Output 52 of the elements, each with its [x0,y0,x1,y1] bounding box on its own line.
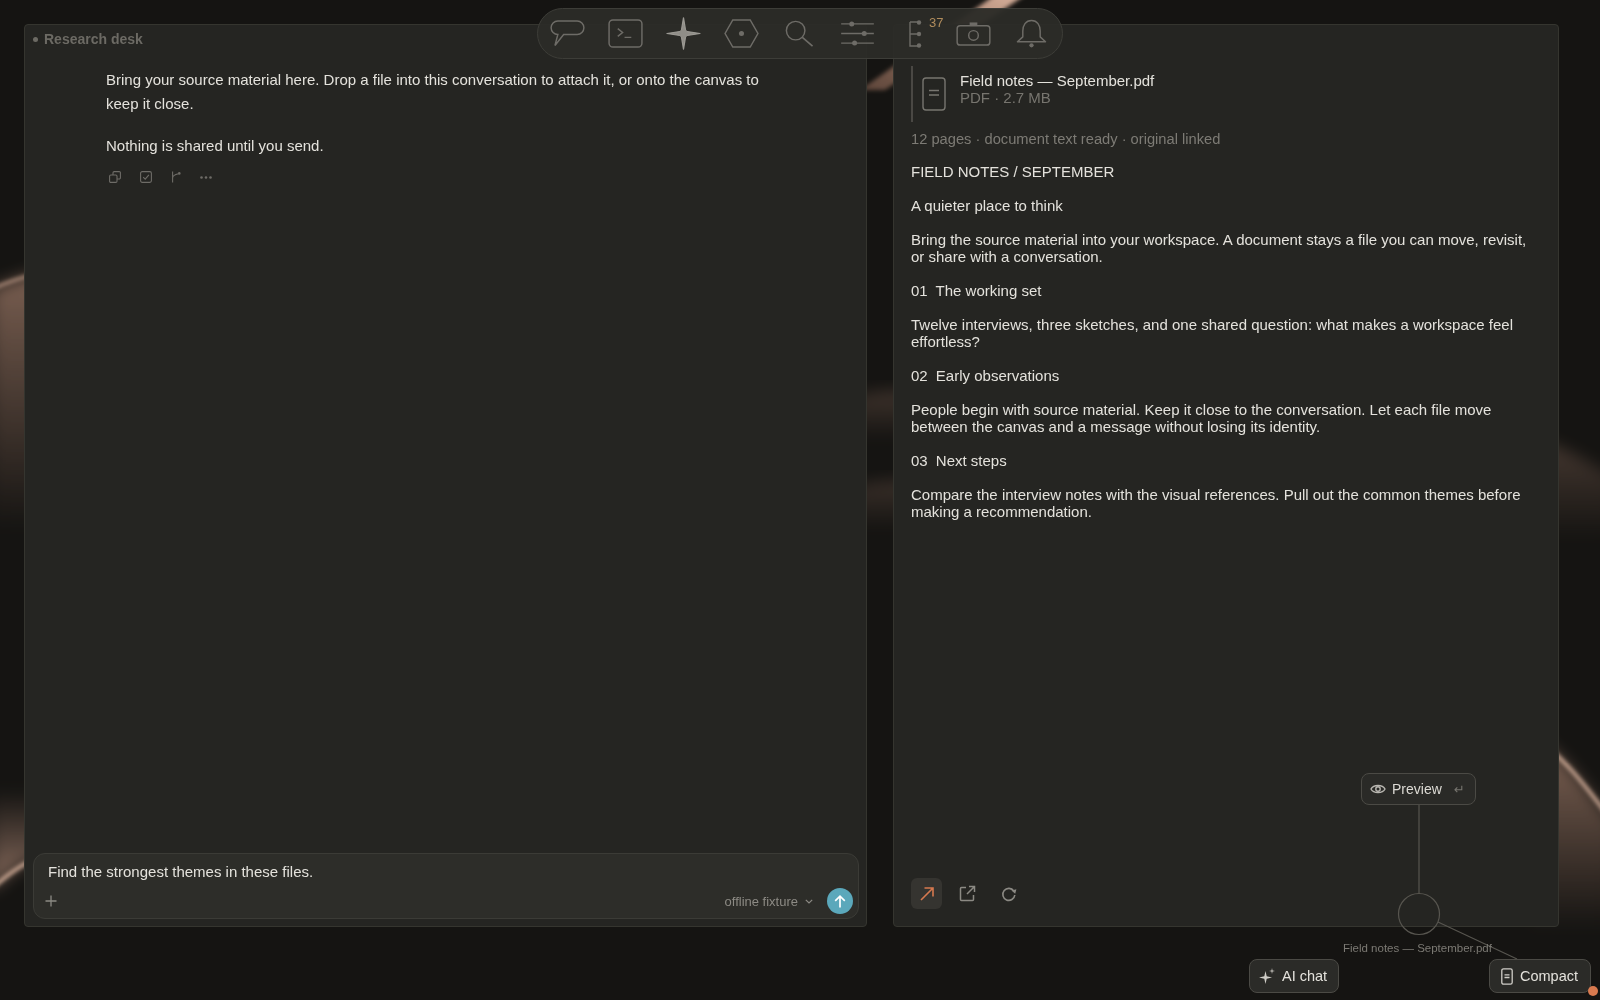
panel-title: Research desk [44,31,143,47]
search-icon[interactable] [784,20,814,47]
speech-bubble-icon[interactable] [549,20,585,47]
camera-icon[interactable] [955,21,991,46]
document-icon [922,77,946,111]
external-link-icon [959,885,976,902]
anchor-node[interactable] [1397,892,1441,936]
send-button[interactable] [827,888,853,914]
document-paragraph: Twelve interviews, three sketches, and one shared question: what makes a workspace feel effortless? [911,316,1514,350]
message-text: Nothing is shared until you send. [106,136,325,156]
sliders-icon[interactable] [839,21,875,46]
document-paragraph: A quieter place to think [911,197,1064,214]
compact-button[interactable]: Compact [1489,959,1591,993]
copy-icon[interactable] [109,171,121,183]
section-heading: 02 Early observations [911,367,1061,384]
node-caption: Field notes — September.pdf [1343,941,1492,955]
model-dropdown[interactable]: offline fixture [724,893,813,909]
message-input[interactable]: Find the strongest themes in these files. [34,863,853,880]
attachment-card[interactable]: Field notes — September.pdf PDF · 2.7 MB [911,66,1540,122]
document-paragraph: People begin with source material. Keep it close to the conversation. Let each file move between the canvas and a message without losing its identity. [911,401,1493,435]
ai-chat-button[interactable]: AI chat [1249,959,1339,993]
count-label: 37 [929,15,944,30]
section-heading: 01 The working set [911,282,1043,299]
sparkle-icon[interactable] [665,17,701,50]
status-dot-icon [1588,986,1598,996]
message-text: Bring your source material here. Drop a file into this conversation to attach it, or onto the canvas to keep it close. [106,70,760,114]
preview-button[interactable]: Preview ↵ [1361,773,1476,805]
status-dot-icon [33,36,38,42]
branch-icon[interactable] [171,171,181,183]
file-meta: PDF · 2.7 MB [960,89,1052,106]
document-paragraph: Compare the interview notes with the visual references. Pull out the common themes before making a recommendation. [911,486,1522,520]
document-icon [1501,967,1513,985]
document-status: 12 pages · document text ready · original linked [911,131,1222,148]
hexagon-icon[interactable] [723,19,759,48]
diagonal-arrow-icon [918,885,935,902]
document-paragraph: Bring the source material into your workspace. A document stays a file you can move, revisit, or share with a conversation. [911,231,1528,265]
diagonal-arrow-button[interactable] [911,878,942,909]
document-paragraph: FIELD NOTES / SEPTEMBER [911,163,1116,180]
terminal-icon[interactable] [607,19,643,48]
plus-icon[interactable] [45,895,57,907]
eye-icon [1370,783,1386,795]
hierarchy-icon[interactable] [908,19,922,48]
sparkle-icon [1259,968,1275,984]
section-heading: 03 Next steps [911,452,1008,469]
arrow-up-icon [834,894,846,908]
file-name: Field notes — September.pdf [960,72,1155,89]
checkbox-icon[interactable] [140,171,152,183]
bell-icon[interactable] [1015,19,1047,48]
refresh-icon [1000,885,1017,902]
more-icon[interactable] [200,175,212,179]
chevron-down-icon [805,898,813,904]
shortcut-key: ↵ [1454,781,1465,797]
